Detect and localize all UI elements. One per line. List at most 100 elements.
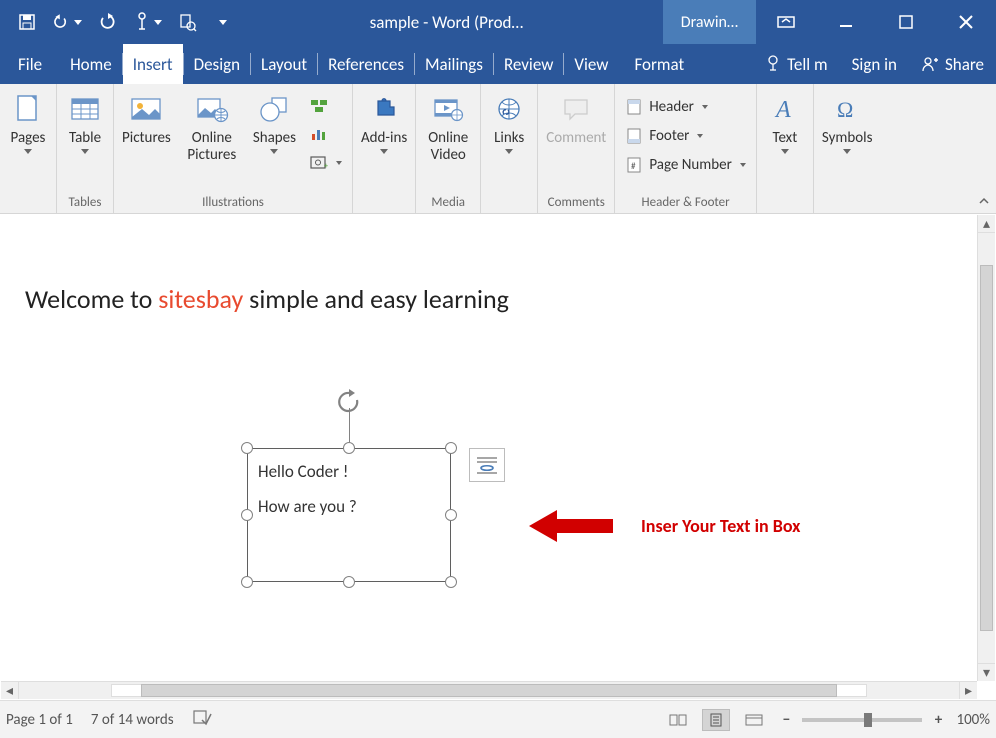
tab-view[interactable]: View bbox=[564, 44, 618, 84]
smartart-button[interactable] bbox=[306, 92, 346, 118]
word-count[interactable]: 7 of 14 words bbox=[91, 711, 174, 729]
tab-format[interactable]: Format bbox=[618, 44, 700, 84]
rotation-handle[interactable] bbox=[335, 388, 363, 416]
links-button[interactable]: Links bbox=[487, 88, 531, 156]
pages-button[interactable]: Pages bbox=[6, 88, 50, 156]
svg-text:#: # bbox=[631, 161, 636, 172]
vertical-scroll-thumb[interactable] bbox=[980, 265, 993, 631]
vertical-scrollbar[interactable]: ▴ ▾ bbox=[977, 215, 995, 681]
screenshot-icon: + bbox=[310, 154, 328, 172]
share-button[interactable]: Share bbox=[909, 44, 996, 84]
tab-layout[interactable]: Layout bbox=[251, 44, 317, 84]
group-symbols: Ω Symbols bbox=[814, 84, 881, 213]
comment-icon bbox=[557, 90, 595, 128]
tab-review[interactable]: Review bbox=[494, 44, 563, 84]
resize-handle-tc[interactable] bbox=[343, 442, 355, 454]
textbox-shape[interactable]: Hello Coder ! How are you ? bbox=[247, 448, 451, 582]
text-button[interactable]: A Text bbox=[763, 88, 807, 156]
links-icon bbox=[490, 90, 528, 128]
tab-insert[interactable]: Insert bbox=[123, 44, 183, 84]
share-label: Share bbox=[945, 54, 984, 75]
zoom-track[interactable] bbox=[802, 718, 922, 722]
pictures-icon bbox=[127, 90, 165, 128]
resize-handle-br[interactable] bbox=[445, 576, 457, 588]
table-button[interactable]: Table bbox=[63, 88, 107, 156]
window-title: sample - Word (Prod… bbox=[230, 12, 663, 33]
ribbon-tabs: File Home Insert Design Layout Reference… bbox=[0, 44, 996, 84]
screenshot-button[interactable]: + bbox=[306, 150, 346, 176]
zoom-level[interactable]: 100% bbox=[956, 711, 990, 729]
pictures-button[interactable]: Pictures bbox=[120, 88, 173, 167]
chart-button[interactable] bbox=[306, 121, 346, 147]
document-canvas[interactable]: Welcome to sitesbay simple and easy lear… bbox=[1, 215, 977, 681]
close-button[interactable] bbox=[936, 0, 996, 44]
qat-customize-button[interactable] bbox=[212, 7, 230, 37]
proofing-button[interactable] bbox=[192, 708, 212, 731]
resize-handle-tl[interactable] bbox=[241, 442, 253, 454]
addins-button[interactable]: Add-ins bbox=[359, 88, 409, 156]
print-preview-button[interactable] bbox=[172, 7, 202, 37]
tab-mailings[interactable]: Mailings bbox=[415, 44, 493, 84]
group-media: Online Video Media bbox=[416, 84, 481, 213]
group-addins: Add-ins bbox=[353, 84, 416, 213]
touch-mode-button[interactable] bbox=[132, 7, 162, 37]
resize-handle-mr[interactable] bbox=[445, 509, 457, 521]
group-links: Links bbox=[481, 84, 538, 213]
addins-icon bbox=[365, 90, 403, 128]
textbox-content[interactable]: Hello Coder ! How are you ? bbox=[247, 448, 451, 582]
tab-home[interactable]: Home bbox=[60, 44, 122, 84]
touch-mode-caret[interactable] bbox=[154, 20, 162, 25]
online-pictures-button[interactable]: Online Pictures bbox=[181, 88, 243, 167]
scroll-up-button[interactable]: ▴ bbox=[978, 215, 995, 233]
scroll-right-button[interactable]: ▸ bbox=[959, 682, 977, 699]
contextual-tab-drawing[interactable]: Drawin… bbox=[663, 0, 756, 44]
ribbon-display-button[interactable] bbox=[756, 0, 816, 44]
undo-dropdown-caret[interactable] bbox=[74, 20, 82, 25]
maximize-button[interactable] bbox=[876, 0, 936, 44]
pages-icon bbox=[9, 90, 47, 128]
svg-text:A: A bbox=[774, 97, 791, 123]
horizontal-scrollbar[interactable]: ◂ ▸ bbox=[1, 681, 977, 699]
undo-button[interactable] bbox=[52, 7, 82, 37]
zoom-in-button[interactable]: + bbox=[930, 712, 946, 728]
redo-button[interactable] bbox=[92, 7, 122, 37]
header-button[interactable]: Header bbox=[621, 94, 750, 120]
print-layout-button[interactable] bbox=[702, 709, 730, 731]
resize-handle-bl[interactable] bbox=[241, 576, 253, 588]
resize-handle-tr[interactable] bbox=[445, 442, 457, 454]
scroll-left-button[interactable]: ◂ bbox=[1, 682, 19, 699]
group-illustrations: Pictures Online Pictures Shapes bbox=[114, 84, 353, 213]
resize-handle-bc[interactable] bbox=[343, 576, 355, 588]
tab-file[interactable]: File bbox=[0, 44, 60, 84]
symbols-button[interactable]: Ω Symbols bbox=[820, 88, 875, 156]
quick-access-toolbar bbox=[0, 0, 230, 44]
tell-me-label: Tell m bbox=[787, 54, 827, 75]
sign-in-button[interactable]: Sign in bbox=[840, 44, 909, 84]
save-button[interactable] bbox=[12, 7, 42, 37]
page-indicator[interactable]: Page 1 of 1 bbox=[6, 711, 73, 729]
zoom-out-button[interactable]: − bbox=[778, 712, 794, 728]
tab-references[interactable]: References bbox=[318, 44, 414, 84]
scroll-down-button[interactable]: ▾ bbox=[978, 663, 995, 681]
online-video-button[interactable]: Online Video bbox=[422, 88, 474, 167]
shapes-button[interactable]: Shapes bbox=[251, 88, 298, 156]
footer-button[interactable]: Footer bbox=[621, 123, 750, 149]
symbols-icon: Ω bbox=[828, 90, 866, 128]
web-layout-button[interactable] bbox=[740, 709, 768, 731]
zoom-thumb[interactable] bbox=[864, 713, 872, 727]
minimize-button[interactable] bbox=[816, 0, 876, 44]
collapse-ribbon-button[interactable] bbox=[976, 193, 992, 209]
page-number-button[interactable]: # Page Number bbox=[621, 152, 750, 178]
layout-options-button[interactable] bbox=[469, 448, 505, 482]
header-icon bbox=[625, 98, 643, 116]
zoom-slider[interactable]: − + bbox=[778, 712, 946, 728]
tab-design[interactable]: Design bbox=[184, 44, 250, 84]
comment-button: Comment bbox=[544, 88, 608, 167]
smartart-icon bbox=[310, 96, 328, 114]
tell-me-search[interactable]: Tell m bbox=[753, 44, 839, 84]
text-icon: A bbox=[766, 90, 804, 128]
horizontal-scroll-thumb[interactable] bbox=[141, 684, 837, 697]
resize-handle-ml[interactable] bbox=[241, 509, 253, 521]
ribbon: Pages Table Tables Pictures bbox=[0, 84, 996, 214]
read-mode-button[interactable] bbox=[664, 709, 692, 731]
